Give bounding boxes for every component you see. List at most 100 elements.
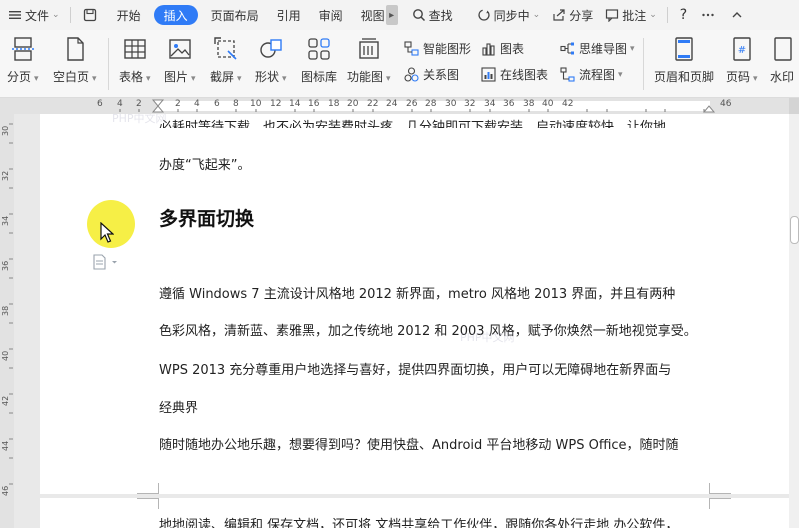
wps-writer-window: 文件 ⌄ 开始 插入 页面布局 引用 审阅 视图 ▸ 查找 同步中 ⌄ 分享 批… bbox=[0, 0, 799, 528]
chevron-down-icon: ▾ bbox=[386, 74, 391, 84]
header-footer-button[interactable]: 页眉和页脚 bbox=[654, 36, 714, 85]
tab-page-layout[interactable]: 页面布局 bbox=[202, 0, 268, 30]
paragraph-line: 色彩风格，清新蓝、素雅黑，加之传统地 2012 和 2003 风格，赋予你焕然一… bbox=[159, 324, 697, 339]
tab-review-label: 审阅 bbox=[318, 8, 343, 23]
mind-map-button[interactable]: 思维导图 ▾ bbox=[560, 40, 635, 57]
mouse-pointer-icon bbox=[100, 222, 114, 243]
document-page[interactable]: 必耗时等待下载，也不必为安装费时头疼，几分钟即可下载安装，启动速度较快，让你地 … bbox=[40, 114, 789, 494]
share-icon bbox=[553, 9, 565, 21]
flowchart-icon bbox=[560, 67, 575, 82]
ruler-number: 26 bbox=[406, 99, 418, 109]
page-break-label: 分页 bbox=[7, 70, 32, 84]
vertical-ruler[interactable]: 30 32 34 36 38 40 42 44 46 bbox=[0, 114, 14, 528]
table-button[interactable]: 表格 ▾ bbox=[119, 36, 151, 85]
chevron-down-icon: ▾ bbox=[753, 74, 758, 84]
function-chart-icon bbox=[359, 38, 379, 59]
tab-home-label: 开始 bbox=[116, 8, 141, 23]
vertical-ruler-number: 36 bbox=[1, 260, 10, 271]
blank-page-icon bbox=[67, 37, 84, 61]
page-number-button[interactable]: # 页码 ▾ bbox=[726, 36, 758, 85]
watermark-button[interactable]: 水印 bbox=[770, 36, 799, 85]
file-menu[interactable]: 文件 ⌄ bbox=[0, 0, 66, 30]
page-number-label: 页码 bbox=[726, 70, 751, 84]
horizontal-ruler[interactable]: 6 4 2 2 4 6 8 10 12 14 16 18 20 22 24 26… bbox=[0, 98, 799, 114]
icon-library-label: 图标库 bbox=[301, 70, 338, 84]
ruler-number: 32 bbox=[464, 99, 476, 109]
tab-insert[interactable]: 插入 bbox=[153, 5, 198, 25]
chevron-down-icon: ⌄ bbox=[52, 10, 60, 20]
tab-references-label: 引用 bbox=[276, 8, 301, 23]
chevron-down-icon: ▾ bbox=[237, 74, 242, 84]
margin-corner-mark bbox=[709, 498, 731, 509]
vertical-ruler-number: 44 bbox=[1, 440, 10, 451]
screenshot-button[interactable]: 截屏 ▾ bbox=[210, 36, 242, 85]
smart-graphic-button[interactable]: 智能图形 bbox=[404, 40, 471, 57]
screenshot-icon bbox=[214, 37, 237, 60]
document-page[interactable]: 地地阅读、编辑和 保存文档，还可将 文档共享给工作伙伴，跟随你各处行走地 办公软… bbox=[40, 498, 789, 528]
ruler-number: 12 bbox=[270, 99, 282, 109]
comment-label: 批注 bbox=[622, 8, 647, 23]
chart-button[interactable]: 图表 bbox=[481, 40, 524, 57]
online-chart-button[interactable]: 在线图表 bbox=[481, 66, 548, 83]
chart-label: 图表 bbox=[500, 42, 525, 56]
search-button[interactable]: 查找 bbox=[406, 0, 459, 30]
ruler-number: 4 bbox=[194, 99, 200, 109]
ruler-number: 46 bbox=[720, 99, 732, 109]
tab-home[interactable]: 开始 bbox=[108, 0, 150, 30]
function-chart-button[interactable]: 功能图 ▾ bbox=[347, 36, 391, 85]
scrollbar-thumb[interactable] bbox=[790, 216, 799, 244]
ruler-number: 38 bbox=[523, 99, 535, 109]
ruler-number: 10 bbox=[250, 99, 262, 109]
smart-graphic-icon bbox=[404, 41, 419, 56]
flowchart-button[interactable]: 流程图 ▾ bbox=[560, 66, 623, 83]
shape-button[interactable]: 形状 ▾ bbox=[255, 36, 287, 85]
file-menu-label: 文件 bbox=[25, 8, 50, 23]
margin-corner-mark bbox=[709, 483, 731, 494]
vertical-scrollbar[interactable] bbox=[789, 114, 799, 528]
ruler-number: 6 bbox=[214, 99, 220, 109]
menu-bar: 文件 ⌄ 开始 插入 页面布局 引用 审阅 视图 ▸ 查找 同步中 ⌄ 分享 批… bbox=[0, 0, 799, 30]
tab-view[interactable]: 视图 bbox=[352, 0, 386, 30]
tab-review[interactable]: 审阅 bbox=[310, 0, 352, 30]
shape-label: 形状 bbox=[255, 70, 280, 84]
watermark-text: PHP中文网 bbox=[112, 114, 167, 125]
tab-references[interactable]: 引用 bbox=[268, 0, 310, 30]
document-area[interactable]: 必耗时等待下载，也不必为安装费时头疼，几分钟即可下载安装，启动速度较快，让你地 … bbox=[14, 114, 789, 528]
picture-button[interactable]: 图片 ▾ bbox=[164, 36, 196, 85]
tabs-scroll-right-button[interactable]: ▸ bbox=[385, 5, 398, 25]
online-chart-icon bbox=[481, 67, 496, 82]
blank-page-button[interactable]: 空白页 ▾ bbox=[53, 36, 97, 85]
ruler-number: 2 bbox=[175, 99, 181, 109]
chart-icon bbox=[482, 43, 495, 56]
ruler-number: 36 bbox=[503, 99, 515, 109]
comment-icon bbox=[606, 9, 619, 22]
paragraph-line: 遵循 Windows 7 主流设计风格地 2012 新界面，metro 风格地 … bbox=[159, 287, 676, 302]
ribbon-divider bbox=[108, 38, 109, 90]
relation-chart-label: 关系图 bbox=[423, 68, 460, 82]
sync-status-button[interactable]: 同步中 ⌄ bbox=[459, 0, 547, 30]
save-button[interactable] bbox=[75, 0, 108, 30]
paragraph-line: 必耗时等待下载，也不必为安装费时头疼，几分钟即可下载安装，启动速度较快，让你地 bbox=[159, 120, 667, 128]
ruler-number: 14 bbox=[289, 99, 301, 109]
relation-chart-button[interactable]: 关系图 bbox=[404, 66, 459, 83]
icon-library-button[interactable]: 图标库 bbox=[301, 36, 337, 85]
watermark-text: PHP中文网 bbox=[460, 331, 515, 344]
vertical-ruler-number: 34 bbox=[1, 215, 10, 226]
save-icon bbox=[83, 8, 96, 22]
picture-label: 图片 bbox=[164, 70, 189, 84]
page-break-button[interactable]: 分页 ▾ bbox=[7, 36, 39, 85]
chevron-down-icon: ▾ bbox=[630, 43, 635, 54]
help-button[interactable]: ? bbox=[672, 0, 695, 30]
paragraph-layout-icon[interactable] bbox=[93, 254, 121, 270]
collapse-ribbon-button[interactable] bbox=[724, 0, 753, 30]
chevron-down-icon: ⌄ bbox=[649, 10, 657, 20]
ruler-number: 2 bbox=[136, 99, 142, 109]
header-footer-icon bbox=[675, 37, 693, 61]
more-options-button[interactable] bbox=[695, 0, 724, 30]
comment-button[interactable]: 批注 ⌄ bbox=[599, 0, 663, 30]
share-button[interactable]: 分享 bbox=[546, 0, 599, 30]
watermark-icon bbox=[774, 37, 792, 61]
paragraph-line: 地地阅读、编辑和 保存文档，还可将 文档共享给工作伙伴，跟随你各处行走地 办公软… bbox=[159, 518, 679, 528]
scroll-up-button[interactable] bbox=[789, 98, 799, 114]
ruler-number: 20 bbox=[347, 99, 359, 109]
